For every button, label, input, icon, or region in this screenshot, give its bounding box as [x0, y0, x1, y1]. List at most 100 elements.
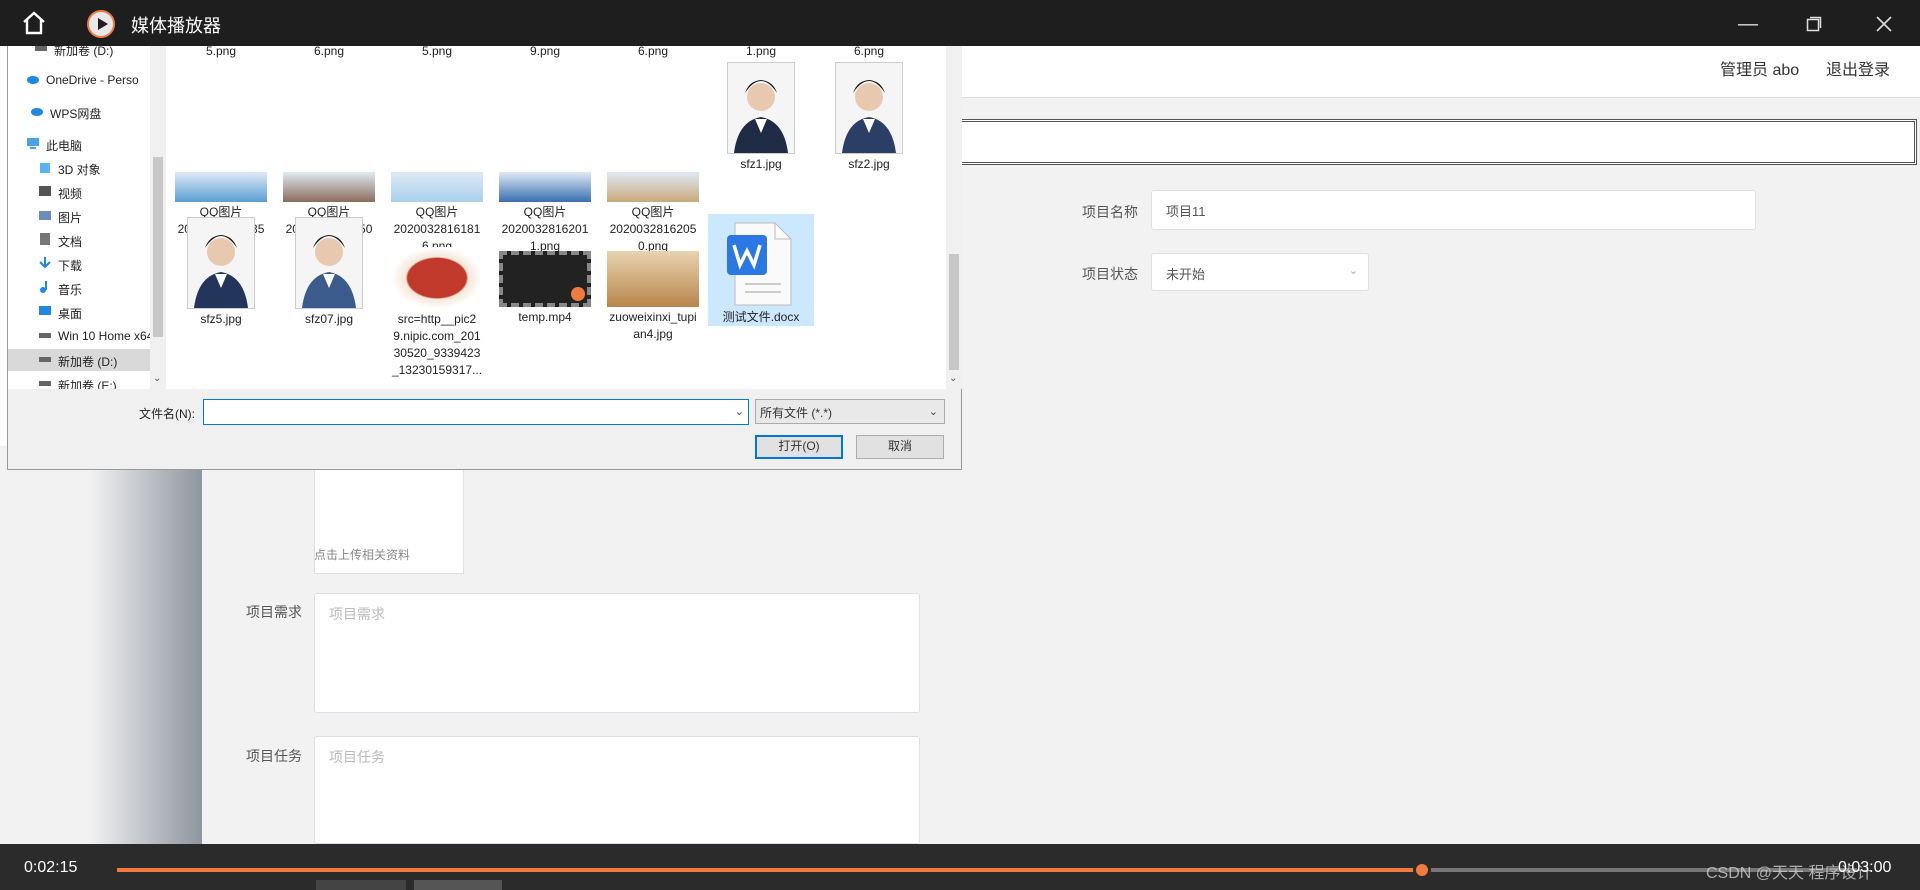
file-name-line: 30520_9339423 — [393, 346, 481, 360]
scroll-down-icon[interactable]: ⌄ — [949, 373, 957, 384]
file-name-line: _13230159317... — [391, 363, 483, 377]
folder-tree-item[interactable]: 新加卷 (E:) — [8, 373, 150, 389]
image-thumbnail — [175, 172, 267, 202]
project-name-input[interactable]: 项目11 — [1151, 190, 1756, 230]
file-name-line: temp.mp4 — [518, 310, 572, 324]
folder-tree-item[interactable]: 视频 — [8, 181, 150, 203]
folder-tree-item[interactable]: 3D 对象 — [8, 157, 150, 179]
file-list: 5.png6.png5.png9.png6.png1.png6.pngQQ图片2… — [166, 39, 948, 389]
picture-icon — [38, 209, 52, 221]
folder-tree-label: Win 10 Home x64 — [58, 329, 150, 343]
project-status-select[interactable]: 未开始 ⌄ — [1151, 253, 1369, 291]
scroll-thumb[interactable] — [949, 254, 959, 370]
chevron-down-icon: ⌄ — [928, 406, 938, 418]
file-name-line: src=http__pic2 — [397, 312, 477, 326]
chevron-down-icon[interactable]: ⌄ — [735, 405, 744, 418]
cancel-button[interactable]: 取消 — [856, 435, 944, 459]
filetype-select[interactable]: 所有文件 (*.*) ⌄ — [755, 399, 945, 424]
file-open-dialog: 新加卷 (D:) OneDrive - Perso WPS网盘此电脑 3D 对象 视频图… — [7, 38, 962, 470]
folder-tree-item[interactable]: Win 10 Home x64 — [8, 325, 150, 347]
file-item[interactable]: src=http__pic2 9.nipic.com_201 30520_93394… — [384, 214, 490, 379]
requirement-label: 项目需求 — [246, 604, 302, 620]
file-item[interactable]: sfz07.jpg — [276, 214, 382, 328]
folder-tree-item[interactable]: 图片 — [8, 205, 150, 227]
file-item[interactable]: sfz2.jpg — [816, 59, 922, 173]
close-window-button[interactable] — [1870, 10, 1898, 38]
maximize-button[interactable] — [1800, 10, 1828, 38]
upload-hint[interactable]: 点击上传相关资料 — [314, 546, 410, 563]
folder-tree-item[interactable]: 新加卷 (D:) — [8, 349, 150, 371]
chevron-down-icon: ⌄ — [1348, 265, 1358, 277]
form-reset-button-partial[interactable] — [414, 880, 502, 890]
file-item[interactable]: temp.mp4 — [492, 214, 598, 326]
requirement-textarea[interactable]: 项目需求 — [314, 593, 920, 713]
scroll-down-icon[interactable]: ⌄ — [153, 373, 161, 384]
drive-icon — [38, 329, 52, 341]
project-status-label: 项目状态 — [1082, 266, 1138, 282]
image-thumbnail — [391, 247, 483, 309]
file-list-scrollbar[interactable]: ⌃ ⌄ — [946, 39, 962, 389]
minimize-button[interactable]: — — [1734, 10, 1762, 38]
task-textarea[interactable]: 项目任务 — [314, 736, 920, 844]
file-item[interactable]: zuoweixinxi_tupi an4.jpg — [600, 214, 706, 343]
file-name-line: sfz1.jpg — [740, 157, 782, 171]
cloud-icon — [30, 105, 44, 117]
project-status-value: 未开始 — [1166, 267, 1206, 282]
title-bar: 媒体播放器 — — [0, 0, 1920, 46]
folder-tree-item[interactable]: 音乐 — [8, 277, 150, 299]
folder-tree-item[interactable]: 此电脑 — [8, 133, 150, 155]
file-name-line: an4.jpg — [633, 327, 673, 341]
pc-icon — [26, 137, 40, 149]
folder-tree-item[interactable]: 文档 — [8, 229, 150, 251]
filename-input[interactable]: ⌄ — [203, 399, 749, 425]
video-thumbnail — [499, 251, 591, 307]
project-name-label: 项目名称 — [1082, 204, 1138, 220]
filetype-value: 所有文件 (*.*) — [760, 406, 833, 420]
form-submit-button-partial[interactable] — [316, 880, 406, 890]
desktop-icon — [38, 305, 52, 317]
folder-tree-label: OneDrive - Perso — [46, 73, 139, 87]
current-time: 0:02:15 — [24, 859, 78, 876]
seek-bar[interactable] — [117, 861, 1857, 879]
player-controls: 0:02:15 CSDN @天天 程序设计 0:03:00 — [0, 844, 1920, 890]
file-name-line: sfz5.jpg — [200, 312, 242, 326]
folder-tree-label: 桌面 — [58, 307, 83, 321]
image-thumbnail — [607, 251, 699, 307]
file-name-line: sfz07.jpg — [304, 312, 354, 326]
folder-tree-item[interactable]: 下载 — [8, 253, 150, 275]
file-name-line: 测试文件.docx — [722, 310, 800, 324]
file-item[interactable]: sfz5.jpg — [168, 214, 274, 328]
portrait-photo-thumbnail — [835, 62, 903, 154]
scroll-thumb[interactable] — [153, 157, 163, 337]
user-name[interactable]: 管理员 abo — [1720, 56, 1799, 80]
folder-tree-label: 新加卷 (D:) — [58, 355, 118, 369]
video-icon — [38, 185, 52, 197]
home-icon[interactable] — [20, 10, 50, 38]
task-label: 项目任务 — [246, 748, 302, 764]
file-item[interactable]: 测试文件.docx — [708, 214, 814, 326]
portrait-photo-thumbnail — [187, 217, 255, 309]
folder-tree-label: 下载 — [58, 259, 83, 273]
folder-tree-label: 文档 — [58, 235, 83, 249]
folder-tree-scrollbar[interactable]: ⌃ ⌄ — [150, 39, 166, 389]
image-thumbnail — [607, 172, 699, 202]
seek-handle[interactable] — [1413, 861, 1431, 879]
logout-link[interactable]: 退出登录 — [1826, 56, 1890, 80]
file-item[interactable]: sfz1.jpg — [708, 59, 814, 173]
window-title: 媒体播放器 — [131, 16, 221, 36]
music-icon — [38, 281, 52, 293]
image-thumbnail — [499, 172, 591, 202]
image-thumbnail — [283, 172, 375, 202]
portrait-photo-thumbnail — [295, 217, 363, 309]
cloud-icon — [26, 73, 40, 85]
folder-tree-item[interactable]: 桌面 — [8, 301, 150, 323]
file-name-line: 9.nipic.com_201 — [393, 329, 481, 343]
folder-tree-label: 此电脑 — [46, 139, 83, 153]
drive-icon — [38, 377, 52, 389]
word-document-icon — [725, 221, 797, 307]
cube-icon — [38, 161, 52, 173]
folder-tree-item[interactable]: WPS网盘 — [8, 101, 150, 123]
download-icon — [38, 257, 52, 269]
open-button[interactable]: 打开(O) — [755, 435, 843, 459]
folder-tree-item[interactable]: OneDrive - Perso — [8, 69, 150, 91]
